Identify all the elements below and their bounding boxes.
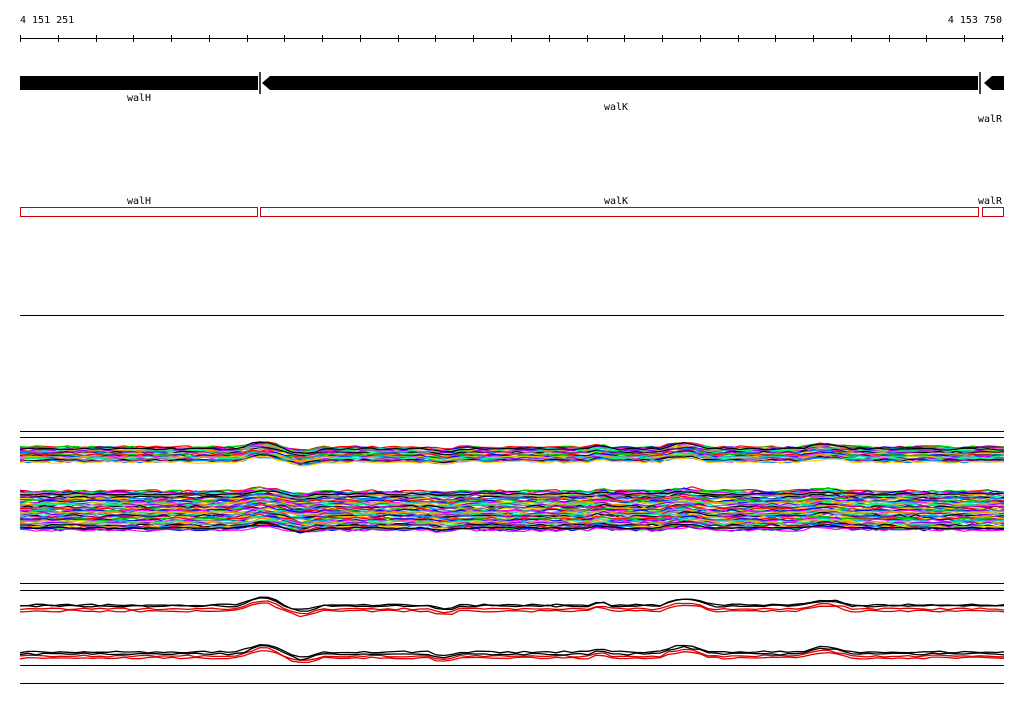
gene-arrow-walK[interactable] — [262, 76, 978, 90]
gene-label-walR: walR — [978, 114, 1003, 125]
expression-lines — [19, 441, 1005, 534]
feature-track: walH walK walR — [20, 196, 1004, 217]
gene-track: walH walK walR — [20, 72, 1004, 125]
gene-arrow-walH[interactable] — [20, 76, 258, 90]
genome-browser-view: 4 151 251 4 153 750 walH walK walR walH … — [19, 15, 1005, 684]
gene-label-walK: walK — [604, 102, 628, 113]
expression-track-multicolor — [19, 431, 1005, 591]
expression-lines — [19, 596, 1005, 664]
expression-series-line — [19, 596, 1005, 610]
feature-box-walK[interactable] — [260, 207, 979, 217]
feature-box-walH[interactable] — [20, 207, 258, 217]
feature-label-walR: walR — [978, 196, 1003, 207]
gene-label-walH: walH — [127, 93, 151, 104]
gene-arrow-walR[interactable] — [984, 76, 1004, 90]
coordinate-ruler — [20, 35, 1004, 42]
feature-label-walK: walK — [604, 196, 628, 207]
coordinate-start-label: 4 151 251 — [20, 15, 74, 26]
expression-series-line — [19, 643, 1005, 658]
coordinate-end-label: 4 153 750 — [948, 15, 1002, 26]
feature-label-walH: walH — [127, 196, 151, 207]
feature-box-walR[interactable] — [982, 207, 1004, 217]
expression-track-red-black — [19, 596, 1005, 684]
